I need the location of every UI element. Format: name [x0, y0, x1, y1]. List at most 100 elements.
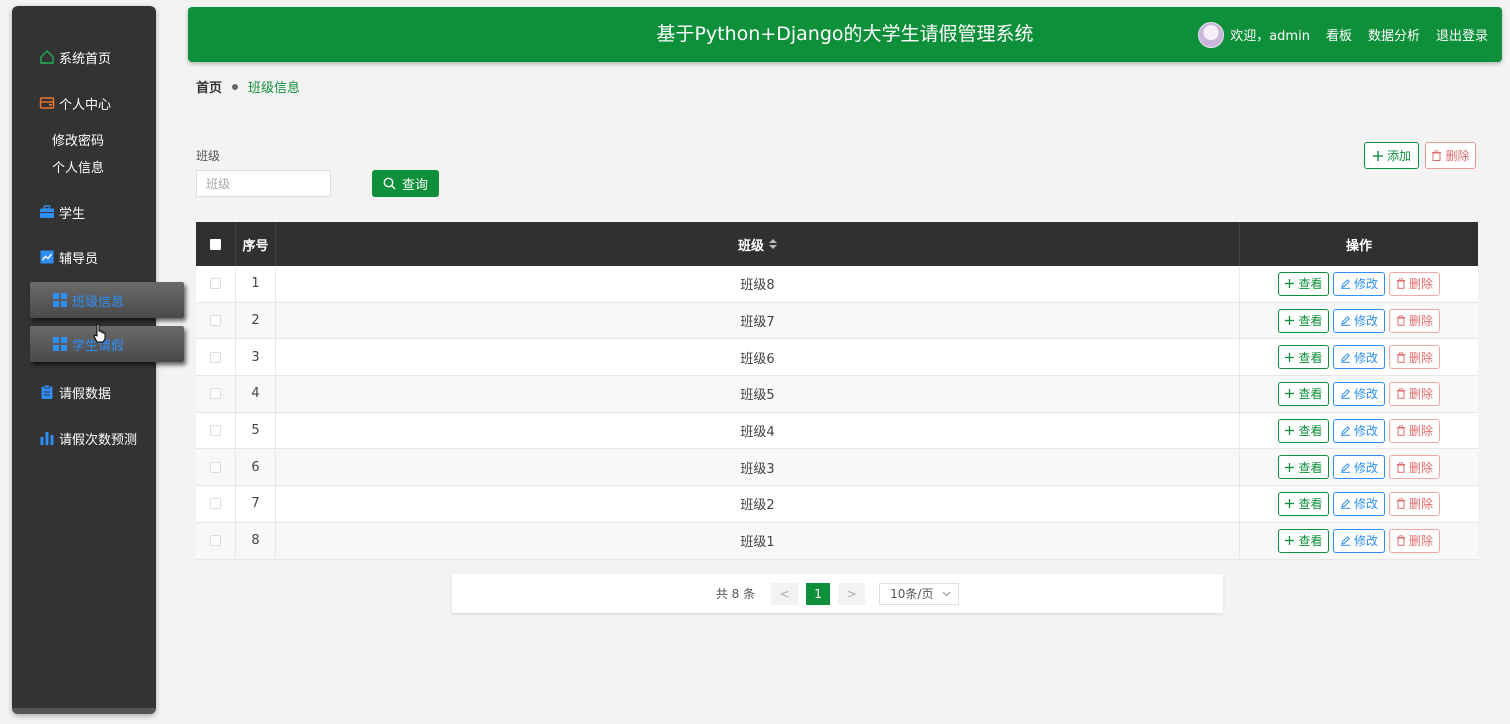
edit-button-label: 修改	[1353, 387, 1378, 402]
briefcase-icon	[39, 204, 55, 220]
delete-button[interactable]: 删除	[1389, 381, 1440, 406]
header-class-label: 班级	[737, 238, 764, 254]
view-button-label: 查看	[1298, 424, 1323, 439]
submenu-personal-info[interactable]: 个人信息	[52, 157, 104, 176]
delete-button-label: 删除	[1408, 534, 1433, 549]
next-page-button[interactable]: >	[838, 582, 866, 605]
table-row: 4 班级5 查看 修改 删除	[196, 376, 1478, 413]
view-button[interactable]: 查看	[1278, 308, 1329, 333]
data-analysis-link[interactable]: 数据分析	[1368, 25, 1420, 44]
sidebar-item-label: 辅导员	[59, 251, 99, 267]
grid-icon	[52, 336, 68, 352]
delete-button[interactable]: 删除	[1389, 271, 1440, 296]
row-checkbox-cell	[196, 339, 236, 376]
row-actions: 查看 修改 删除	[1240, 376, 1478, 412]
search-input[interactable]	[196, 170, 331, 197]
select-all-cell	[196, 222, 236, 266]
wallet-icon	[39, 95, 55, 111]
edit-icon	[1340, 462, 1350, 473]
edit-icon	[1340, 536, 1350, 546]
trash-icon	[1432, 150, 1442, 161]
pagination: 共 8 条 < 1 > 10条/页	[452, 574, 1223, 613]
view-button[interactable]: 查看	[1278, 418, 1329, 443]
sidebar-item-counselors[interactable]: 辅导员	[12, 239, 156, 275]
sidebar-item-leave-forecast[interactable]: 请假次数预测	[12, 420, 156, 456]
sidebar-item-label: 个人中心	[59, 97, 112, 113]
trash-icon	[1396, 498, 1406, 510]
view-button[interactable]: 查看	[1278, 491, 1329, 516]
search-button-label: 查询	[401, 178, 428, 193]
view-button[interactable]: 查看	[1278, 528, 1329, 553]
view-button-label: 查看	[1298, 277, 1323, 292]
batch-delete-button[interactable]: 删除	[1425, 142, 1476, 169]
delete-button-label: 删除	[1408, 350, 1433, 365]
view-button[interactable]: 查看	[1278, 381, 1329, 406]
header-index: 序号	[236, 222, 276, 266]
row-checkbox[interactable]	[210, 425, 221, 437]
sidebar-item-class-info[interactable]: 班级信息	[30, 282, 184, 318]
plus-icon	[1372, 150, 1383, 161]
edit-button[interactable]: 修改	[1333, 308, 1385, 333]
sort-icon[interactable]	[769, 239, 777, 249]
view-button[interactable]: 查看	[1278, 455, 1329, 480]
delete-button[interactable]: 删除	[1389, 308, 1440, 333]
table-row: 7 班级2 查看 修改 删除	[196, 486, 1478, 523]
row-actions: 查看 修改 删除	[1240, 449, 1478, 485]
row-checkbox-cell	[196, 266, 236, 302]
delete-button[interactable]: 删除	[1389, 491, 1440, 516]
table-row: 3 班级6 查看 修改 删除	[196, 339, 1478, 377]
view-button[interactable]: 查看	[1278, 345, 1329, 370]
view-button[interactable]: 查看	[1278, 271, 1329, 296]
logout-link[interactable]: 退出登录	[1436, 25, 1488, 44]
edit-button[interactable]: 修改	[1333, 345, 1385, 370]
page-number-button[interactable]: 1	[806, 582, 831, 605]
delete-button-label: 删除	[1408, 387, 1433, 402]
header-class[interactable]: 班级	[276, 222, 1240, 266]
row-checkbox-cell	[196, 449, 236, 486]
plus-icon	[1285, 389, 1295, 399]
row-checkbox-cell	[196, 412, 236, 449]
delete-button[interactable]: 删除	[1389, 528, 1440, 553]
edit-button[interactable]: 修改	[1333, 528, 1385, 553]
breadcrumb-home[interactable]: 首页	[196, 77, 222, 96]
sidebar-item-students[interactable]: 学生	[12, 194, 156, 230]
row-class-name: 班级7	[276, 302, 1240, 339]
sidebar-scrollbar[interactable]	[12, 708, 156, 714]
edit-button-label: 修改	[1353, 424, 1378, 439]
select-all-checkbox[interactable]	[210, 238, 221, 250]
table-body: 1 班级8 查看 修改 删除 2 班级7 查看 修改 删除 3 班级6 查看 修改 删除 4 班级5 查看 修改 删除…	[196, 266, 1478, 560]
delete-button[interactable]: 删除	[1389, 455, 1440, 480]
delete-button[interactable]: 删除	[1389, 418, 1440, 443]
row-index: 6	[236, 449, 276, 486]
view-button-label: 查看	[1298, 497, 1323, 512]
row-checkbox[interactable]	[210, 315, 221, 327]
row-checkbox[interactable]	[210, 388, 221, 400]
sidebar-item-profile[interactable]: 个人中心	[12, 85, 156, 121]
edit-button[interactable]: 修改	[1333, 271, 1385, 296]
top-header: 基于Python+Django的大学生请假管理系统 欢迎，admin 看板 数据…	[188, 7, 1502, 62]
chart-icon	[39, 249, 55, 265]
row-checkbox[interactable]	[210, 461, 221, 473]
delete-button-label: 删除	[1408, 460, 1433, 475]
page-size-select[interactable]: 10条/页	[879, 582, 960, 605]
edit-button-label: 修改	[1353, 277, 1378, 292]
search-button[interactable]: 查询	[372, 170, 439, 197]
row-checkbox[interactable]	[210, 351, 221, 363]
edit-button[interactable]: 修改	[1333, 381, 1385, 406]
edit-button[interactable]: 修改	[1333, 491, 1385, 516]
dashboard-link[interactable]: 看板	[1326, 25, 1352, 44]
sidebar-item-home[interactable]: 系统首页	[12, 39, 156, 75]
edit-button[interactable]: 修改	[1333, 418, 1385, 443]
trash-icon	[1396, 315, 1406, 326]
row-checkbox[interactable]	[210, 498, 221, 510]
edit-button[interactable]: 修改	[1333, 455, 1385, 480]
row-checkbox[interactable]	[210, 278, 221, 290]
delete-button-label: 删除	[1408, 314, 1433, 329]
row-checkbox[interactable]	[210, 535, 221, 547]
submenu-change-password[interactable]: 修改密码	[52, 130, 104, 149]
add-button[interactable]: 添加	[1364, 142, 1419, 169]
avatar[interactable]	[1198, 21, 1225, 48]
sidebar-item-leave-data[interactable]: 请假数据	[12, 374, 156, 410]
delete-button[interactable]: 删除	[1389, 345, 1440, 370]
prev-page-button[interactable]: <	[771, 582, 799, 605]
